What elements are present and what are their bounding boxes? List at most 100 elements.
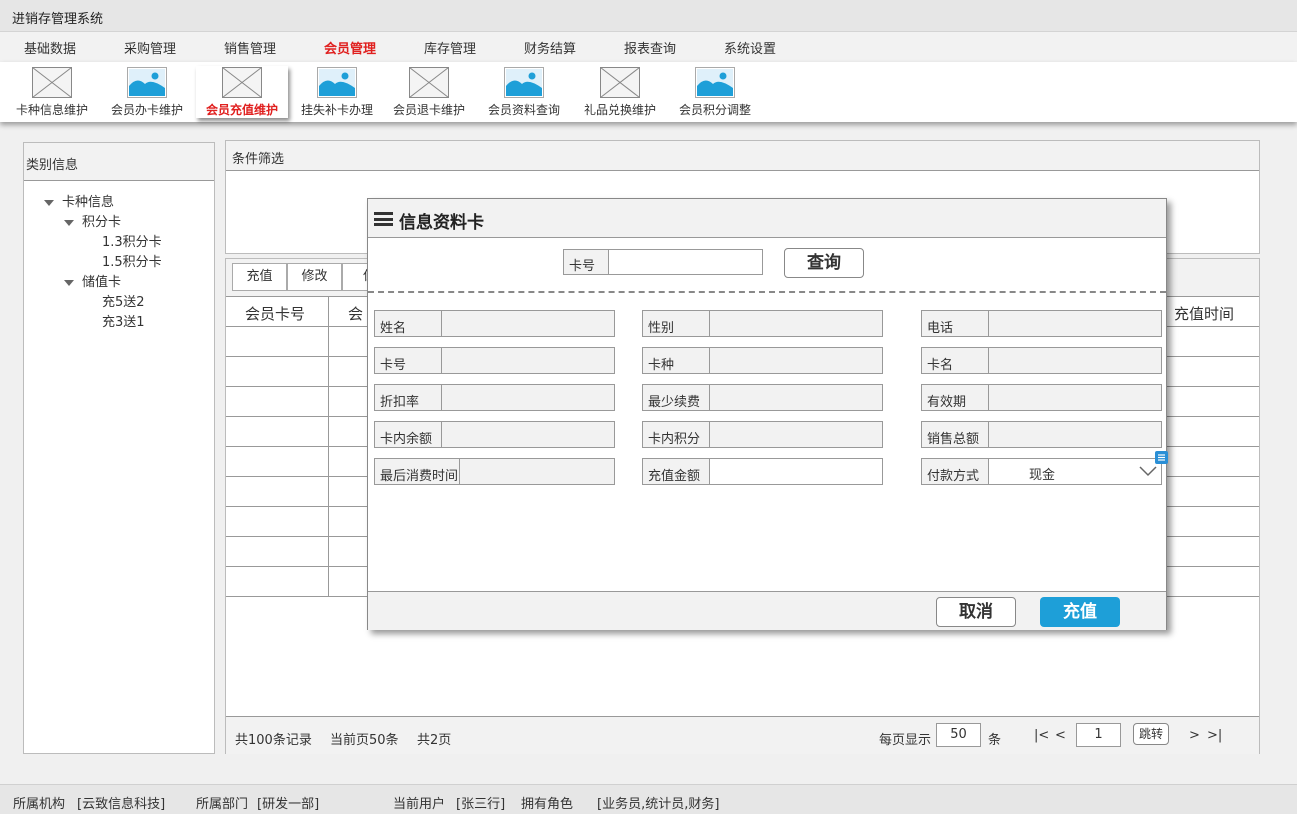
tool-points-adjust[interactable]: 会员积分调整 — [669, 66, 761, 118]
per-page-input[interactable]: 50 — [936, 723, 981, 747]
field-label: 卡内余额 — [374, 421, 442, 448]
card-name-input[interactable] — [989, 347, 1162, 374]
field-label: 最后消费时间 — [374, 458, 460, 485]
field-label: 付款方式 — [921, 458, 989, 485]
tree-label: 卡种信息 — [62, 195, 115, 210]
recharge-button[interactable]: 充值 — [1040, 597, 1120, 627]
col-header-card-no[interactable]: 会员卡号 — [245, 303, 305, 324]
tool-label: 会员办卡维护 — [110, 103, 183, 117]
last-consume-input[interactable] — [460, 458, 615, 485]
menu-icon — [374, 212, 393, 226]
field-discount: 折扣率 — [374, 384, 615, 411]
recharge-grid-button[interactable]: 充值 — [232, 263, 287, 291]
field-points: 卡内积分 — [642, 421, 883, 448]
tool-member-card-issue[interactable]: 会员办卡维护 — [101, 66, 193, 118]
search-card-input[interactable] — [609, 249, 763, 275]
pay-method-select[interactable]: 现金 — [989, 458, 1162, 485]
page-number-input[interactable]: 1 — [1076, 723, 1121, 747]
tool-member-query[interactable]: 会员资料查询 — [478, 66, 570, 118]
tree-node-leaf[interactable]: 充3送1 — [102, 311, 145, 330]
points-input[interactable] — [710, 421, 883, 448]
tree-node-leaf[interactable]: 1.3积分卡 — [102, 231, 162, 250]
menu-settings[interactable]: 系统设置 — [724, 38, 776, 57]
image-icon — [504, 67, 544, 98]
grid-pagination: 共100条记录 当前页50条 共2页 每页显示 50 条 |< < 1 跳转 >… — [226, 716, 1259, 754]
gender-input[interactable] — [710, 310, 883, 337]
menu-sales[interactable]: 销售管理 — [224, 38, 276, 57]
field-label: 性别 — [642, 310, 710, 337]
next-page-button[interactable]: > — [1189, 728, 1200, 743]
prev-page-button[interactable]: < — [1055, 728, 1066, 743]
field-label: 卡种 — [642, 347, 710, 374]
chevron-down-icon[interactable] — [1138, 464, 1158, 478]
tree-node-leaf[interactable]: 充5送2 — [102, 291, 145, 310]
field-card-type: 卡种 — [642, 347, 883, 374]
tool-label: 礼品兑换维护 — [583, 103, 656, 117]
query-button[interactable]: 查询 — [784, 248, 864, 278]
validity-input[interactable] — [989, 384, 1162, 411]
card-type-input[interactable] — [710, 347, 883, 374]
menu-inventory[interactable]: 库存管理 — [424, 38, 476, 57]
tree-node-leaf[interactable]: 1.5积分卡 — [102, 251, 162, 270]
expand-triangle-icon[interactable] — [64, 219, 74, 226]
filter-panel-title: 条件筛选 — [226, 141, 1259, 171]
tree-label: 储值卡 — [82, 275, 122, 290]
tool-loss-replace[interactable]: 挂失补卡办理 — [291, 66, 383, 118]
field-label: 折扣率 — [374, 384, 442, 411]
col-header-recharge-time[interactable]: 充值时间 — [1174, 303, 1234, 324]
min-renewal-input[interactable] — [710, 384, 883, 411]
search-card-label: 卡号 — [563, 249, 609, 275]
tree-node-root[interactable]: 卡种信息 — [44, 191, 114, 210]
menu-bar: 基础数据 采购管理 销售管理 会员管理 库存管理 财务结算 报表查询 系统设置 — [0, 32, 1297, 62]
tree-node-points-card[interactable]: 积分卡 — [64, 211, 121, 230]
tool-label: 会员充值维护 — [205, 103, 278, 117]
tool-card-return[interactable]: 会员退卡维护 — [383, 66, 475, 118]
edit-grid-button[interactable]: 修改 — [287, 263, 342, 291]
recharge-amount-input[interactable] — [710, 458, 883, 485]
field-label: 卡号 — [374, 347, 442, 374]
card-no-input[interactable] — [442, 347, 615, 374]
image-icon — [695, 67, 735, 98]
name-input[interactable] — [442, 310, 615, 337]
tool-member-recharge[interactable]: 会员充值维护 — [196, 66, 288, 118]
placeholder-x-icon — [222, 67, 262, 98]
menu-purchase[interactable]: 采购管理 — [124, 38, 176, 57]
current-page-count: 当前页50条 — [330, 733, 399, 748]
tool-label: 会员积分调整 — [678, 103, 751, 117]
role-label: 拥有角色 — [521, 797, 574, 812]
field-last-consume: 最后消费时间 — [374, 458, 615, 485]
expand-triangle-icon[interactable] — [64, 279, 74, 286]
expand-triangle-icon[interactable] — [44, 199, 54, 206]
col-header-member[interactable]: 会 — [348, 303, 363, 324]
tool-label: 挂失补卡办理 — [300, 103, 373, 117]
field-card-no: 卡号 — [374, 347, 615, 374]
placeholder-x-icon — [600, 67, 640, 98]
field-label: 最少续费 — [642, 384, 710, 411]
jump-button[interactable]: 跳转 — [1133, 723, 1169, 745]
tool-gift-exchange[interactable]: 礼品兑换维护 — [574, 66, 666, 118]
tool-card-type-maintain[interactable]: 卡种信息维护 — [6, 66, 98, 118]
menu-basic-data[interactable]: 基础数据 — [24, 38, 76, 57]
balance-input[interactable] — [442, 421, 615, 448]
menu-member[interactable]: 会员管理 — [324, 38, 376, 57]
field-phone: 电话 — [921, 310, 1162, 337]
user-label: 当前用户 — [393, 797, 446, 812]
tree-node-stored-value-card[interactable]: 储值卡 — [64, 271, 121, 290]
list-badge-icon — [1155, 451, 1168, 464]
last-page-button[interactable]: >| — [1207, 728, 1222, 743]
menu-reports[interactable]: 报表查询 — [624, 38, 676, 57]
first-page-button[interactable]: |< — [1034, 728, 1049, 743]
phone-input[interactable] — [989, 310, 1162, 337]
per-page-label: 每页显示 — [879, 733, 932, 748]
field-label: 充值金额 — [642, 458, 710, 485]
discount-input[interactable] — [442, 384, 615, 411]
total-records: 共100条记录 — [235, 733, 312, 748]
user-value: [张三行] — [456, 797, 506, 812]
menu-finance[interactable]: 财务结算 — [524, 38, 576, 57]
sales-total-input[interactable] — [989, 421, 1162, 448]
app-title: 进销存管理系统 — [12, 12, 104, 27]
cancel-button[interactable]: 取消 — [936, 597, 1016, 627]
field-label: 有效期 — [921, 384, 989, 411]
dialog-header: 信息资料卡 — [368, 199, 1166, 238]
column-divider — [328, 297, 329, 597]
